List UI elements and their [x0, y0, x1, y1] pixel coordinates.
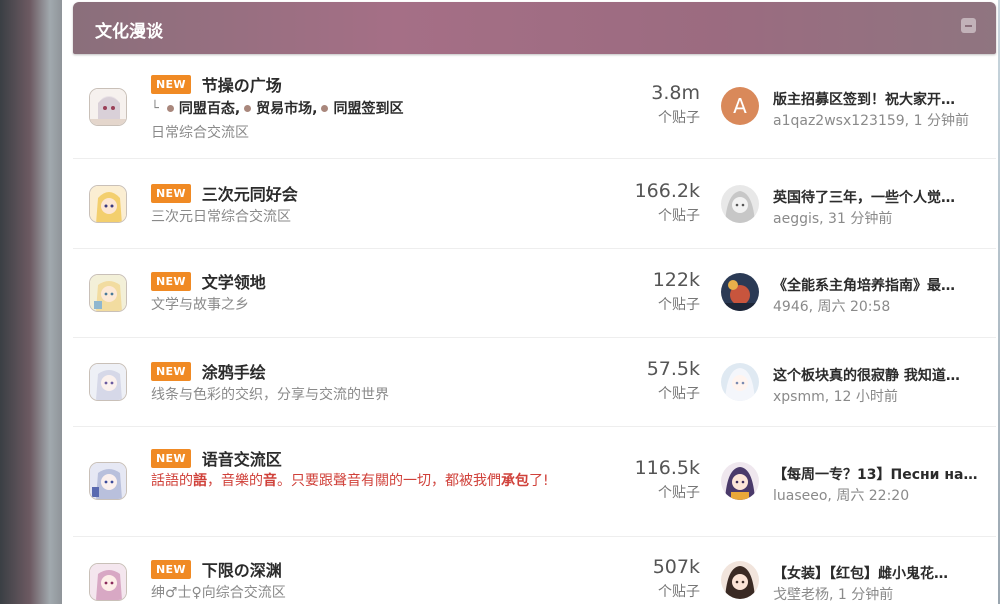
forum-description: 绅♂士♀向综合交流区 — [151, 585, 286, 601]
last-post-title[interactable]: 版主招募区签到！祝大家开… — [773, 89, 955, 109]
subforum-list: └ 同盟百态, 贸易市场, 同盟签到区 — [151, 98, 403, 118]
subforum-link[interactable]: 同盟签到区 — [333, 98, 403, 118]
forum-name-link[interactable]: 三次元同好会 — [202, 181, 298, 205]
post-count: 507k 个贴子 — [653, 556, 700, 601]
forum-description: 三次元日常综合交流区 — [151, 209, 291, 225]
post-count-value: 57.5k — [646, 358, 700, 380]
user-avatar[interactable] — [721, 363, 759, 401]
description-emphasis: 語 — [193, 473, 207, 489]
post-count-label: 个贴子 — [658, 386, 700, 402]
description-text: ，音樂的 — [207, 473, 263, 489]
last-post-title[interactable]: 《全能系主角培养指南》最… — [773, 275, 955, 295]
last-post-title[interactable]: 【每周一专？13】Песни на… — [773, 464, 977, 484]
category-title: 文化漫谈 — [95, 22, 163, 42]
forum-name-link[interactable]: 文学领地 — [202, 269, 266, 293]
post-count: 166.2k 个贴子 — [635, 180, 700, 225]
forum-icon[interactable] — [89, 274, 127, 312]
forum-row: NEW 三次元同好会 三次元日常综合交流区 166.2k 个贴子 英国待了三年，… — [73, 159, 996, 249]
forum-description: 文学与故事之乡 — [151, 297, 249, 313]
new-badge: NEW — [151, 183, 191, 203]
forum-description: 日常综合交流区 — [151, 125, 249, 141]
forum-panel: 文化漫谈 NEW 节操の广场 └ 同盟百态, 贸易市场, 同盟签到区 日常综合交… — [62, 0, 998, 604]
forum-title-line: NEW 文学领地 — [151, 269, 266, 293]
last-post-title[interactable]: 英国待了三年，一些个人觉… — [773, 187, 955, 207]
post-count: 116.5k 个贴子 — [635, 457, 700, 502]
last-post-meta[interactable]: aeggis, 31 分钟前 — [773, 208, 892, 228]
subforum-link[interactable]: 贸易市场, — [256, 98, 317, 118]
subforum-dot-icon — [166, 104, 174, 112]
new-badge: NEW — [151, 361, 191, 381]
user-avatar[interactable] — [721, 462, 759, 500]
new-badge: NEW — [151, 448, 191, 468]
forum-description: 线条与色彩的交织，分享与交流的世界 — [151, 387, 389, 403]
post-count: 57.5k 个贴子 — [647, 358, 700, 403]
forum-title-line: NEW 下限の深渊 — [151, 557, 282, 581]
forum-row: NEW 文学领地 文学与故事之乡 122k 个贴子 《全能系主角培养指南》最… … — [73, 249, 996, 338]
forum-row: NEW 语音交流区 話語的語，音樂的音。只要跟聲音有關的一切，都被我們承包了! … — [73, 427, 996, 537]
subforum-prefix: └ — [151, 100, 159, 116]
last-post-title[interactable]: 这个板块真的很寂静 我知道… — [773, 365, 960, 385]
post-count-value: 166.2k — [634, 180, 700, 202]
collapse-icon[interactable] — [961, 18, 976, 33]
forum-row: NEW 涂鸦手绘 线条与色彩的交织，分享与交流的世界 57.5k 个贴子 这个板… — [73, 338, 996, 427]
last-post-meta[interactable]: 戈壁老杨, 1 分钟前 — [773, 584, 893, 604]
post-count-label: 个贴子 — [658, 297, 700, 313]
new-badge: NEW — [151, 74, 191, 94]
forum-title-line: NEW 节操の广场 — [151, 72, 282, 96]
last-post-meta[interactable]: luaseeo, 周六 22:20 — [773, 485, 909, 505]
post-count-label: 个贴子 — [658, 485, 700, 501]
post-count-label: 个贴子 — [658, 208, 700, 224]
subforum-dot-icon — [244, 104, 252, 112]
post-count-value: 507k — [652, 556, 700, 578]
user-avatar[interactable] — [721, 185, 759, 223]
post-count: 122k 个贴子 — [653, 269, 700, 314]
forum-title-line: NEW 三次元同好会 — [151, 181, 298, 205]
user-avatar[interactable]: A — [721, 87, 759, 125]
description-text: 了! — [529, 473, 549, 489]
user-avatar[interactable] — [721, 273, 759, 311]
forum-icon[interactable] — [89, 363, 127, 401]
forum-name-link[interactable]: 节操の广场 — [202, 72, 282, 96]
subforum-link[interactable]: 同盟百态, — [179, 98, 240, 118]
post-count-value: 3.8m — [651, 82, 700, 104]
forum-row: NEW 节操の广场 └ 同盟百态, 贸易市场, 同盟签到区 日常综合交流区 3.… — [73, 54, 996, 159]
forum-name-link[interactable]: 语音交流区 — [202, 446, 282, 470]
new-badge: NEW — [151, 271, 191, 291]
last-post-meta[interactable]: 4946, 周六 20:58 — [773, 296, 890, 316]
description-emphasis: 音 — [263, 473, 277, 489]
last-post-title[interactable]: 【女装】【红包】雌小鬼花… — [773, 563, 948, 583]
forum-name-link[interactable]: 下限の深渊 — [202, 557, 282, 581]
post-count-value: 122k — [652, 269, 700, 291]
forum-icon[interactable] — [89, 563, 127, 601]
post-count-value: 116.5k — [634, 457, 700, 479]
forum-list: NEW 节操の广场 └ 同盟百态, 贸易市场, 同盟签到区 日常综合交流区 3.… — [73, 54, 996, 604]
forum-description: 話語的語，音樂的音。只要跟聲音有關的一切，都被我們承包了! — [151, 470, 571, 492]
forum-title-line: NEW 语音交流区 — [151, 446, 282, 470]
last-post-meta[interactable]: xpsmm, 12 小时前 — [773, 386, 898, 406]
description-text: 話語的 — [151, 473, 193, 489]
forum-icon[interactable] — [89, 185, 127, 223]
user-avatar[interactable] — [721, 561, 759, 599]
forum-title-line: NEW 涂鸦手绘 — [151, 359, 266, 383]
subforum-dot-icon — [321, 104, 329, 112]
post-count: 3.8m 个贴子 — [651, 82, 700, 127]
forum-row: NEW 下限の深渊 绅♂士♀向综合交流区 507k 个贴子 【女装】【红包】雌小… — [73, 537, 996, 604]
post-count-label: 个贴子 — [658, 584, 700, 600]
description-emphasis: 承包 — [501, 473, 529, 489]
new-badge: NEW — [151, 559, 191, 579]
last-post-meta[interactable]: a1qaz2wsx123159, 1 分钟前 — [773, 110, 969, 130]
forum-name-link[interactable]: 涂鸦手绘 — [202, 359, 266, 383]
post-count-label: 个贴子 — [658, 110, 700, 126]
forum-icon[interactable] — [89, 462, 127, 500]
forum-icon[interactable] — [89, 88, 127, 126]
category-header[interactable]: 文化漫谈 — [73, 2, 996, 54]
description-text: 。只要跟聲音有關的一切，都被我們 — [277, 473, 501, 489]
